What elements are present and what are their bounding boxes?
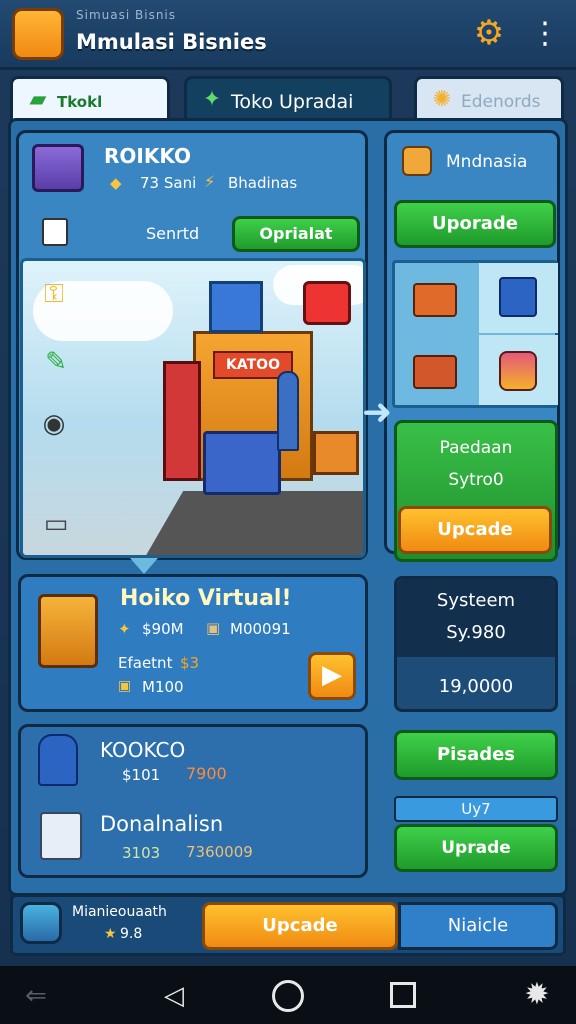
right-upgrade-button[interactable]: Uporade [394,200,556,248]
list-item-1-b: 7900 [186,764,227,783]
blue-box-icon[interactable] [499,277,537,317]
app-logo-icon [12,8,64,60]
bottom-stars: 9.8 [120,926,143,942]
list-item-2-b: 7360009 [186,843,253,861]
feature-title: Paedaan [439,438,513,458]
tab-2-label: Toko Upradai [231,91,354,113]
bolt-icon: ⚡ [204,172,216,191]
virtual-extra: Efaetnt [118,654,173,672]
list-item-2-a: 3103 [122,844,161,862]
tab-1[interactable]: ▰ Tkokl Gensss [10,76,170,157]
nav-home-icon[interactable] [272,980,304,1012]
machine-icon [38,594,98,668]
search-label: Senrtd [146,224,200,243]
system-value: Sy.980 [446,622,506,643]
badge-icon [402,146,432,176]
crate-stack [313,431,359,475]
money-icon: ▰ [29,87,47,112]
calendar-icon [42,218,68,246]
virtual-m-value: M100 [142,678,184,696]
app-root: Simuasi Bisnis Mmulasi Bisnies ⚙ ⋮ ▰ Tko… [0,0,576,1024]
back-arrow-icon[interactable]: ⇐ [16,978,56,1014]
tab-3-label: Edenords [461,92,541,112]
sun-gear-icon: ✺ [432,87,452,112]
virtual-price: $90M [142,620,184,638]
store-name: ROIKKO [104,144,191,168]
gear-icon[interactable]: ⚙ [470,14,508,52]
status-text: Simuasi Bisnis [76,8,177,22]
coin-icon: ▣ [118,678,132,694]
system-title: Systeem [436,590,516,611]
items-grid [392,260,558,408]
feature-sub: Sytro0 [448,470,504,490]
barrel-icon [20,902,62,944]
bottom-label: Mianieouaath [72,904,167,920]
diamond-icon: ✦ [118,620,131,638]
cube-icon [40,812,82,860]
settings-icon[interactable]: ✹ [518,976,556,1014]
nav-recent-icon[interactable] [390,982,416,1008]
produce-crate-icon[interactable] [413,283,457,317]
tab-2[interactable]: ✦ Toko Upradai [184,76,392,122]
money-icon: ✦ [202,87,222,112]
virtual-extra-value: $3 [180,654,200,672]
monitor-icon[interactable]: ▭ [38,506,74,542]
bottom-right-button[interactable]: Niaicle [398,902,558,950]
right-header: Mndnasia [446,152,528,172]
system-amount: 19,0000 [438,676,514,697]
arrow-right-icon: ➜ [362,392,393,433]
vending-machine [163,361,201,481]
list-item-2-title: Donalnalisn [100,812,224,836]
road-shape [142,491,363,555]
stack-icon[interactable] [499,351,537,391]
tab-3[interactable]: ✺ Edenords [414,76,564,122]
fruit-crate-icon[interactable] [413,355,457,389]
right-upgrade-button-2[interactable]: Uprade [394,824,558,872]
camera-icon[interactable]: ◉ [36,406,72,442]
store-stat-1: 73 Sani [140,174,197,192]
plisades-button[interactable]: Pisades [394,730,558,780]
coin-icon: ◆ [110,174,122,192]
food-cart [203,431,281,495]
store-stat-2: Bhadinas [228,174,298,192]
bottom-update-button[interactable]: Upcade [202,902,398,950]
play-button[interactable]: ▶ [308,652,356,700]
padlock-icon[interactable]: ⚿ [36,276,72,312]
shopkeeper-figure [277,371,299,451]
nav-back-icon[interactable]: ◁ [156,978,192,1014]
small-label-bar: Uy7 [394,796,558,822]
virtual-title: Hoiko Virtual! [120,586,292,611]
store-icon [32,144,84,192]
pointer-icon [130,558,158,574]
store-update-button[interactable]: Oprialat [232,216,360,252]
feature-upgrade-button[interactable]: Upcade [398,506,552,554]
star-icon: ★ [104,926,117,942]
kebab-menu-icon[interactable]: ⋮ [530,14,560,54]
virtual-code: M00091 [230,620,291,638]
list-item-1-title: KOOKCO [100,738,186,762]
list-item-1-a: $101 [122,766,161,784]
worker-icon [38,734,78,786]
box-icon: ▣ [206,619,221,637]
shop-sign-top [303,281,351,325]
display-board [209,281,263,333]
app-title: Mmulasi Bisnies [76,30,267,54]
top-bar: Simuasi Bisnis Mmulasi Bisnies ⚙ ⋮ [0,0,576,70]
edit-icon[interactable]: ✎ [38,344,74,380]
